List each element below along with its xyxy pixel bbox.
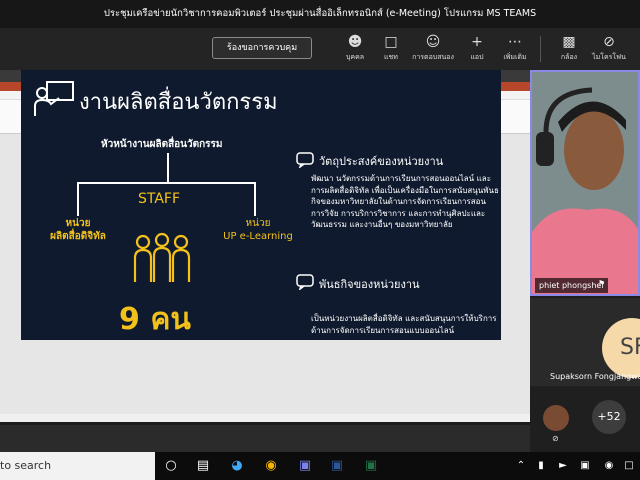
pin-icon[interactable]: ⚑ [598,279,605,288]
org-line [77,182,255,184]
participant-name: Supaksorn Fongjangwang [550,372,640,381]
more-participants-button[interactable]: +52 [592,400,626,434]
mic-button[interactable]: ⊘ ไมโครโฟน [588,32,630,66]
staff-count: 9 คน [119,302,191,337]
org-line [167,153,169,183]
unit-up-elearning: หน่วย UP e-Learning [223,218,293,242]
org-line [77,182,79,216]
participant-avatar-small[interactable] [543,405,569,431]
presenter-name: phiet phongshei [535,278,608,293]
staff-group-icon [133,232,191,282]
chat-icon: □ [384,34,398,50]
presentation-slide: งานผลิตสื่อนวัตกรรม หัวหน้างานผลิตสื่อนว… [21,70,501,340]
slide-title: งานผลิตสื่อนวัตกรรม [79,90,278,115]
window-title: ประชุมเครือข่ายนักวิชาการคอมพิวเตอร์ ประ… [0,0,640,28]
reaction-icon: ☺ [425,34,441,50]
camera-off-icon: ▩ [562,34,576,50]
chat-button[interactable]: □ แชท [372,32,410,66]
chat-bubble-icon [296,152,314,168]
camera-button[interactable]: ▩ กล้อง [550,32,588,66]
presenter-video[interactable] [530,70,640,296]
more-icon: ⋯ [508,34,522,50]
request-control-button[interactable]: ร้องขอการควบคุม [212,37,312,59]
reactions-button[interactable]: ☺ การตอบสนอง [412,32,454,66]
battery-icon: ▮ [538,460,544,471]
excel-icon[interactable]: ▣ [360,456,382,476]
mission-text: เป็นหน่วยงานผลิตสื่อดิจิทัล และสนับสนุนก… [311,314,497,335]
edge-icon[interactable]: ◕ [226,456,248,476]
org-line [254,182,256,216]
meeting-toolbar: ร้องขอการควบคุม ☻ บุคคล □ แชท ☺ การตอบสนอง … [0,28,640,70]
chat-bubble-icon [296,274,314,290]
chrome-icon[interactable]: ◉ [260,456,282,476]
task-view-icon[interactable]: ○ [160,456,182,476]
more-button[interactable]: ⋯ เพิ่มเติม [496,32,534,66]
mic-off-icon: ⊘ [552,434,559,443]
people-button[interactable]: ☻ บุคคล [336,32,374,66]
plus-icon: + [471,34,483,50]
staff-label: STAFF [138,191,181,207]
presenter-image [532,72,638,294]
teams-icon[interactable]: ▣ [294,456,316,476]
mic-off-icon: ⊘ [603,34,615,50]
taskbar-search[interactable]: to search [0,452,155,480]
presenter-board-icon [34,81,74,116]
people-icon: ☻ [347,34,363,50]
word-icon[interactable]: ▣ [326,456,348,476]
apps-button[interactable]: + แอป [458,32,496,66]
speaker-icon[interactable]: ► [552,456,574,476]
network-icon[interactable]: ▣ [574,456,596,476]
objective-text: พัฒนา นวัตกรรมด้านการเรียนการสอนออนไลน์ … [311,174,499,229]
shared-screen-bottom [0,425,530,452]
widgets-icon[interactable]: ▤ [192,456,214,476]
wifi-icon[interactable]: ◉ [598,456,620,476]
mission-heading: พันธกิจของหน่วยงาน [319,278,420,291]
unit-digital-media: หน่วย ผลิตสื่อดิจิทัล [50,218,106,242]
org-head-label: หัวหน้างานผลิตสื่อนวัตกรรม [101,139,223,150]
notification-icon[interactable]: □ [618,456,640,476]
objective-heading: วัตถุประสงค์ของหน่วยงาน [319,155,444,168]
toolbar-divider [540,36,541,62]
chevron-up-icon[interactable]: ⌃ [510,456,532,476]
